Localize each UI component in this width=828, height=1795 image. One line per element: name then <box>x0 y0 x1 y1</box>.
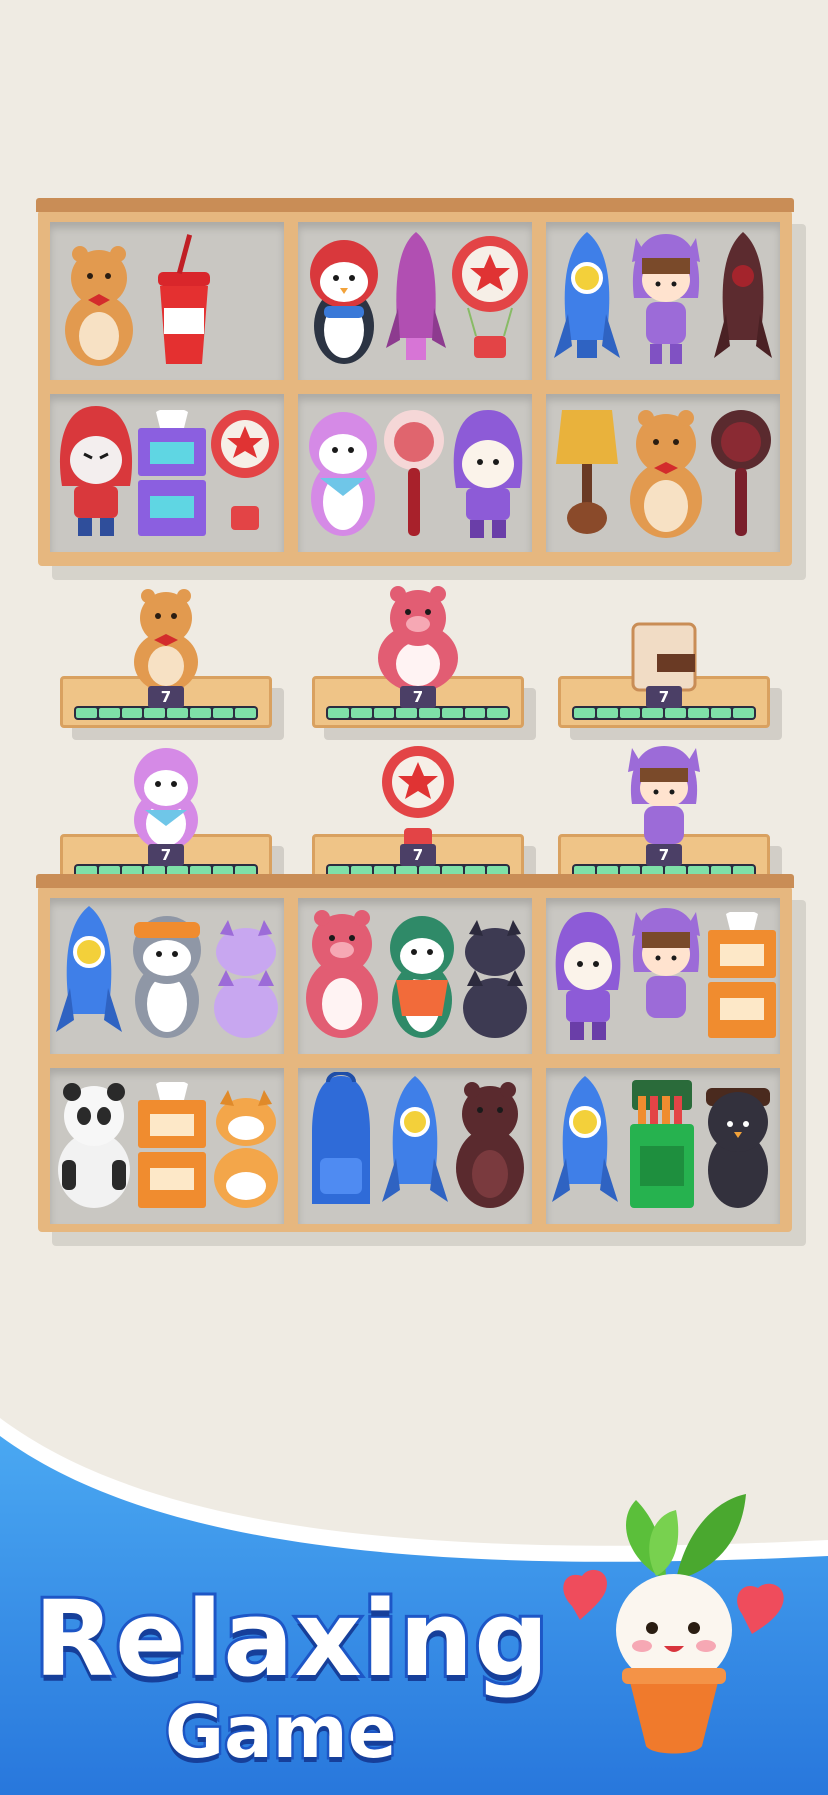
tray-count-badge: 7 <box>400 686 436 708</box>
dark-cat-mug-stack-toy[interactable] <box>460 912 530 1042</box>
shelf-cell[interactable] <box>50 222 284 380</box>
pink-bear-toy[interactable] <box>300 906 384 1042</box>
cabinet-top-board <box>36 874 794 888</box>
shelf-cell[interactable] <box>546 222 780 380</box>
hooded-girl-toy[interactable] <box>626 902 706 1042</box>
shelf-cell[interactable] <box>546 394 780 552</box>
top-cabinet <box>36 198 794 566</box>
tray-progress-bar <box>572 706 756 720</box>
table-lamp-toy[interactable] <box>550 400 624 540</box>
bottom-cabinet <box>36 874 794 1232</box>
red-penguin-toy[interactable] <box>302 234 386 368</box>
tray-count-badge: 7 <box>148 686 184 708</box>
hamster-toy[interactable] <box>58 238 140 368</box>
gray-penguin-toy[interactable] <box>124 906 210 1042</box>
blue-rocket-toy[interactable] <box>550 228 624 368</box>
pink-penguin-toy[interactable] <box>123 744 209 856</box>
tissue-box-stack-toy[interactable] <box>136 410 208 540</box>
purple-rocket-toy[interactable] <box>384 228 448 368</box>
blue-rocket-toy[interactable] <box>380 1072 450 1212</box>
hamster-toy[interactable] <box>126 584 206 698</box>
blue-backpack-toy[interactable] <box>304 1072 378 1212</box>
hot-air-balloon-toy[interactable] <box>375 742 461 856</box>
hand-mirror-toy[interactable] <box>708 400 774 540</box>
shelf-cell[interactable] <box>50 898 284 1054</box>
radish-mascot <box>563 1494 784 1754</box>
panda-toy[interactable] <box>52 1076 136 1212</box>
purple-hood-toy[interactable] <box>548 906 628 1042</box>
shelf-cell[interactable] <box>298 898 532 1054</box>
dark-rocket-toy[interactable] <box>710 228 776 368</box>
buffer-tray[interactable]: 7 <box>312 586 524 728</box>
hooded-girl-toy[interactable] <box>622 742 706 856</box>
buffer-tray[interactable]: 7 <box>60 589 272 728</box>
purple-hood-toy[interactable] <box>446 404 530 540</box>
soda-cup-toy[interactable] <box>144 232 224 368</box>
blue-rocket-toy[interactable] <box>52 902 126 1042</box>
hot-air-balloon-toy[interactable] <box>208 400 282 540</box>
brown-bear-toy[interactable] <box>450 1076 530 1212</box>
tray-progress-bar <box>74 706 258 720</box>
shelf-cell[interactable] <box>298 222 532 380</box>
dark-penguin-toy[interactable] <box>698 1076 778 1212</box>
shelf-cell[interactable] <box>50 394 284 552</box>
fox-mug-stack-toy[interactable] <box>210 1082 282 1212</box>
hot-air-balloon-toy[interactable] <box>448 228 532 368</box>
tissue-box-stack-toy[interactable] <box>706 912 778 1042</box>
hand-mirror-toy[interactable] <box>382 400 446 540</box>
blue-rocket-toy[interactable] <box>548 1072 622 1212</box>
red-hood-toy[interactable] <box>54 400 138 540</box>
pink-penguin-toy[interactable] <box>300 404 386 540</box>
cat-mug-stack-toy[interactable] <box>210 912 282 1042</box>
shelf-cell[interactable] <box>546 1068 780 1224</box>
shelf-cell[interactable] <box>298 394 532 552</box>
tray-count-badge: 7 <box>400 844 436 866</box>
buffer-tray[interactable]: 7 <box>558 622 770 728</box>
shelf-cell[interactable] <box>546 898 780 1054</box>
banner-title-line2: Game <box>163 1688 400 1777</box>
tray-progress-bar <box>326 706 510 720</box>
pencil-box-toy[interactable] <box>626 1076 698 1212</box>
hamster-toy[interactable] <box>624 400 708 540</box>
pink-bear-toy[interactable] <box>368 584 468 698</box>
shelf-cell[interactable] <box>50 1068 284 1224</box>
shelf-cell[interactable] <box>298 1068 532 1224</box>
cabinet-top-board <box>36 198 794 212</box>
green-penguin-toy[interactable] <box>382 906 462 1042</box>
tray-count-badge: 7 <box>148 844 184 866</box>
tray-count-badge: 7 <box>646 844 682 866</box>
banner-title-line1: Relaxing <box>31 1575 552 1703</box>
tray-count-badge: 7 <box>646 686 682 708</box>
hooded-girl-toy[interactable] <box>626 228 706 368</box>
heart-icon <box>563 1569 608 1620</box>
heart-icon <box>737 1583 784 1634</box>
tissue-box-stack-toy[interactable] <box>136 1082 208 1212</box>
